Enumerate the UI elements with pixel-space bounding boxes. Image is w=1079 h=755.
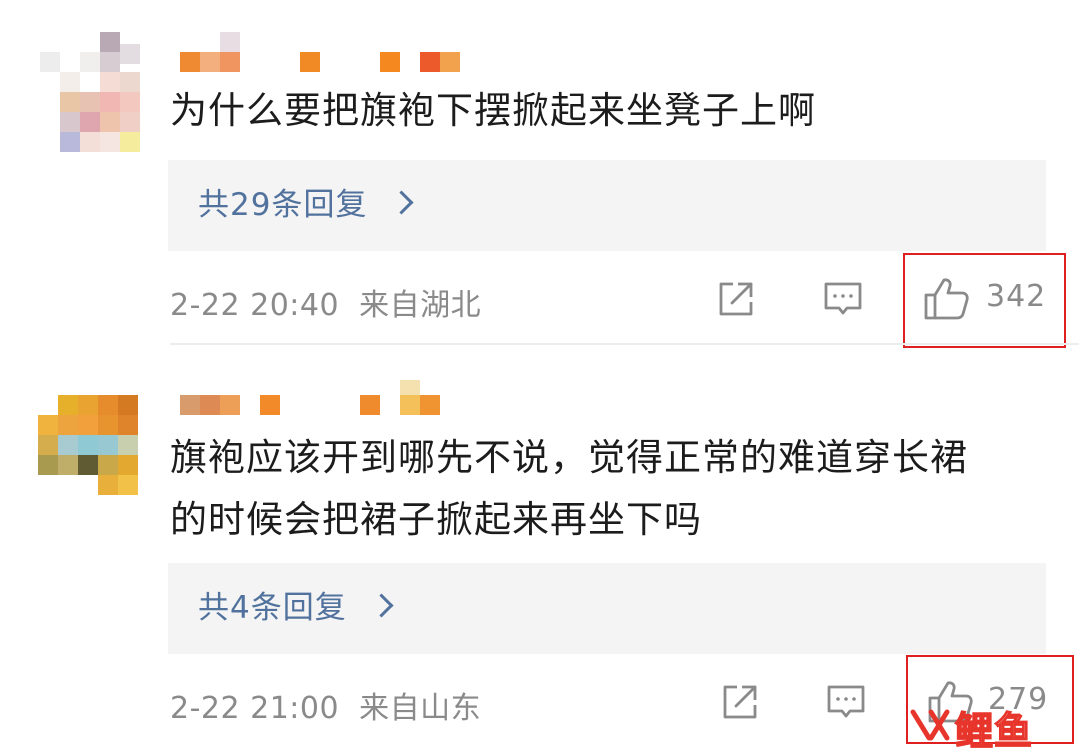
avatar[interactable] <box>38 395 148 495</box>
location: 来自湖北 <box>359 288 482 323</box>
timestamp: 2-22 21:00 <box>170 691 340 726</box>
share-icon[interactable] <box>716 279 756 319</box>
watermark-logo-icon <box>909 708 953 746</box>
chevron-right-icon <box>369 593 394 618</box>
location: 来自山东 <box>359 691 482 726</box>
watermark: 鲤鱼 <box>905 700 1075 754</box>
comment-icon[interactable] <box>825 683 867 723</box>
replies-count-label: 共4条回复 <box>198 590 347 626</box>
share-icon[interactable] <box>720 682 760 722</box>
view-replies-button[interactable]: 共4条回复 <box>168 563 1046 654</box>
comment-meta: 2-22 21:00 来自山东 <box>170 683 481 727</box>
comment-meta: 2-22 20:40 来自湖北 <box>170 280 481 324</box>
timestamp: 2-22 20:40 <box>170 288 340 323</box>
view-replies-button[interactable]: 共29条回复 <box>168 160 1046 251</box>
comment-text: 旗袍应该开到哪先不说，觉得正常的难道穿长裙 的时候会把裙子掀起来再坐下吗 <box>170 436 968 541</box>
chevron-right-icon <box>389 190 414 215</box>
comment-item: 旗袍应该开到哪先不说，觉得正常的难道穿长裙 的时候会把裙子掀起来再坐下吗 共4条… <box>0 345 1079 748</box>
comment-item: 为什么要把旗袍下摆掀起来坐凳子上啊 共29条回复 2-22 20:40 来自湖北 <box>0 0 1079 348</box>
username[interactable] <box>180 32 470 74</box>
avatar[interactable] <box>40 32 145 152</box>
username[interactable] <box>180 380 450 420</box>
like-highlight-box <box>903 253 1066 348</box>
watermark-text: 鲤鱼 <box>954 708 1034 754</box>
comment-icon[interactable] <box>822 280 864 320</box>
replies-count-label: 共29条回复 <box>198 187 368 223</box>
comment-text: 为什么要把旗袍下摆掀起来坐凳子上啊 <box>170 89 816 132</box>
